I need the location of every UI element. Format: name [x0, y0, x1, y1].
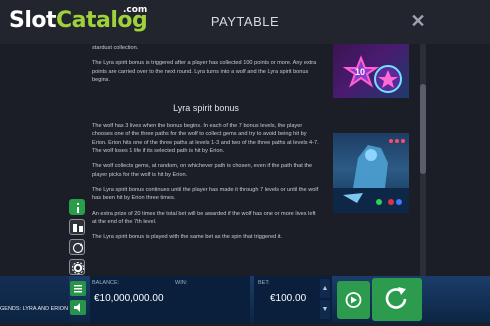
logo-slot: Slot	[9, 8, 57, 33]
game-name: GENDS: LYRA AND ERION	[0, 306, 69, 312]
header-bar: SlotCatalog .com PAYTABLE ✕	[0, 0, 490, 44]
game-art-strip: GENDS: LYRA AND ERION	[0, 276, 69, 323]
menu-icon	[74, 285, 82, 293]
page-title: PAYTABLE	[210, 14, 280, 29]
bet-increase-button[interactable]: ▲	[320, 279, 330, 298]
section-title: Lyra spirit bonus	[173, 103, 239, 114]
bet-decrease-button[interactable]: ▼	[320, 300, 330, 319]
gem-collection-paragraph: The wolf collects gems, at random, on wh…	[92, 163, 313, 178]
win-label: WIN:	[175, 280, 188, 286]
bonus-trigger-paragraph: The Lyra spirit bonus is triggered after…	[92, 60, 317, 83]
bottom-bar: GENDS: LYRA AND ERION BALANCE: €10,000,0…	[0, 276, 490, 323]
badge-number: 10	[355, 67, 366, 77]
scrollbar[interactable]	[420, 44, 426, 276]
bonus-duration-paragraph: The Lyra spirit bonus continues until th…	[92, 186, 319, 202]
scrollbar-thumb[interactable]	[420, 84, 426, 174]
settings-icon	[72, 262, 84, 274]
bet-panel: BET: €100.00 ▲ ▼	[254, 276, 332, 323]
info-icon	[77, 203, 79, 213]
intro-text: stardust collection.	[92, 45, 139, 51]
bet-label: BET:	[258, 280, 270, 286]
menu-button[interactable]	[70, 281, 86, 296]
autoplay-spin-button[interactable]	[337, 281, 370, 319]
paytable-content: stardust collection. The Lyra spirit bon…	[92, 44, 320, 276]
stardust-illustration: 10	[333, 44, 409, 98]
paytable-icon	[73, 224, 83, 232]
sound-button[interactable]	[70, 300, 86, 315]
settings-button[interactable]	[69, 259, 85, 275]
balance-value: €10,000,000.00	[94, 293, 164, 304]
close-button[interactable]: ✕	[408, 11, 428, 31]
wolf-lives-paragraph: The wolf has 3 lives when the bonus begi…	[92, 123, 319, 155]
ice-golem-icon	[333, 139, 409, 213]
bet-value: €100.00	[270, 293, 307, 304]
extra-prize-paragraph: An extra prize of 20 times the total bet…	[92, 210, 316, 225]
autoplay-button[interactable]	[69, 239, 85, 255]
spin-icon	[385, 287, 407, 309]
sidebar	[69, 199, 87, 276]
paytable-button[interactable]	[69, 219, 85, 235]
logo-com: .com	[123, 5, 148, 15]
bet-paragraph: The Lyra spirit bonus is played with the…	[92, 234, 283, 241]
autoplay-icon	[72, 242, 84, 254]
wolf-bonus-illustration	[333, 133, 409, 213]
autoplay-spin-icon	[345, 292, 362, 308]
balance-label: BALANCE:	[92, 280, 120, 286]
info-button[interactable]	[69, 199, 85, 215]
bet-stepper: ▲ ▼	[320, 279, 330, 319]
sound-icon	[74, 303, 80, 312]
balance-panel: BALANCE: €10,000,000.00 WIN:	[90, 276, 250, 323]
star-badge-icon	[342, 55, 402, 93]
spin-button[interactable]	[372, 278, 422, 321]
